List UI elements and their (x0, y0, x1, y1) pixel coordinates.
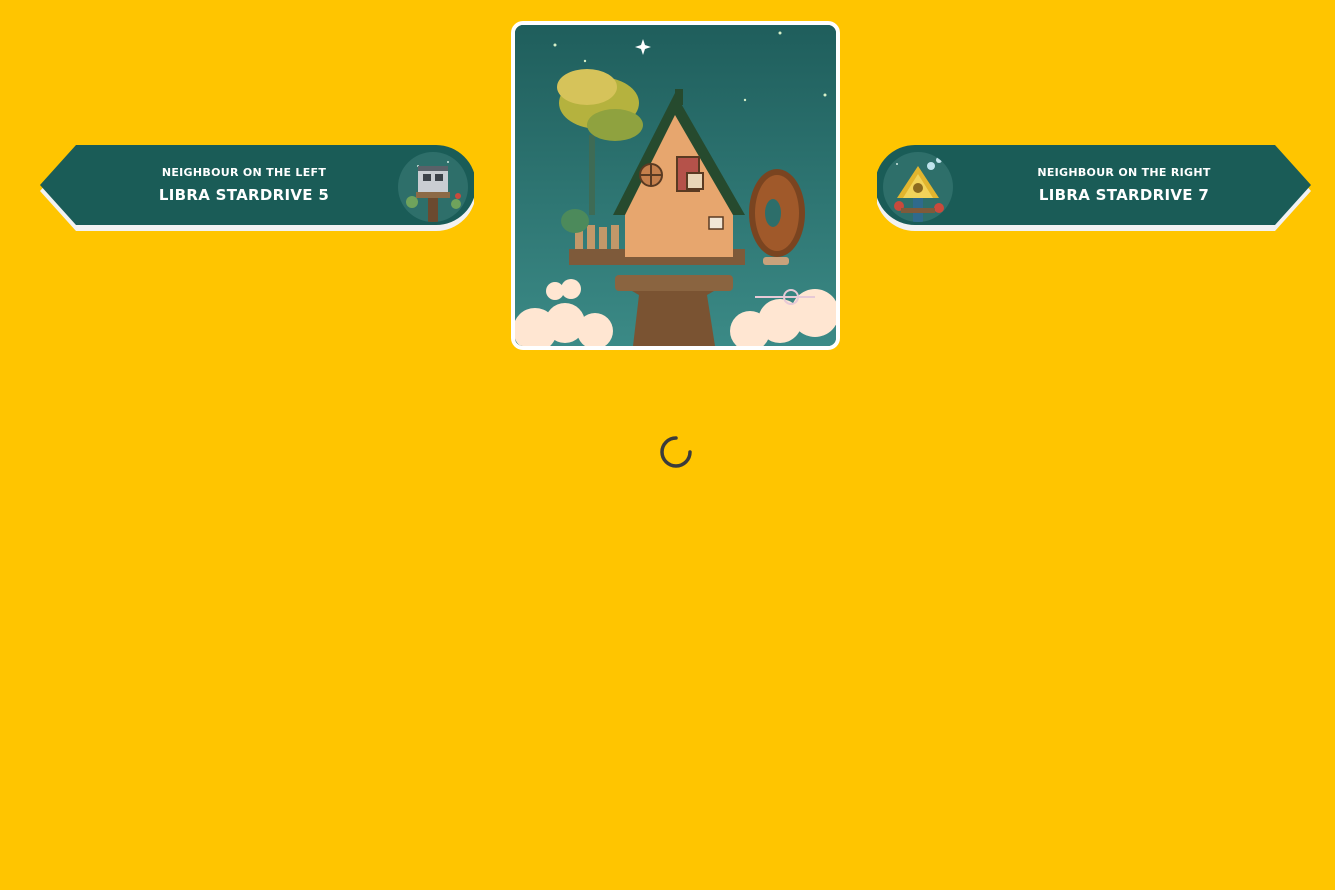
neighbour-left-name: Libra Stardrive 5 (158, 186, 330, 204)
neighbour-right-caption: Neighbour on the right (1037, 166, 1211, 179)
loading-spinner-icon (659, 435, 693, 469)
neighbour-right-button[interactable]: Neighbour on the right Libra Stardrive 7 (877, 145, 1311, 233)
neighbour-left-caption: Neighbour on the left (161, 166, 327, 179)
neighbour-right-thumbnail (883, 152, 953, 222)
treehouse-illustration-icon (515, 25, 836, 346)
neighbour-left-button[interactable]: Neighbour on the left Libra Stardrive 5 (40, 145, 474, 233)
treehouse-image (511, 21, 840, 350)
neighbour-right-name: Libra Stardrive 7 (1038, 186, 1210, 204)
neighbour-right-text: Neighbour on the right Libra Stardrive 7 (994, 165, 1254, 206)
neighbour-left-text: Neighbour on the left Libra Stardrive 5 (114, 165, 374, 206)
page: Neighbour on the left Libra Stardrive 5 (0, 0, 1335, 890)
treehouse-thumbnail-icon (398, 152, 468, 222)
treehouse-thumbnail-icon (883, 152, 953, 222)
neighbour-left-thumbnail (398, 152, 468, 222)
